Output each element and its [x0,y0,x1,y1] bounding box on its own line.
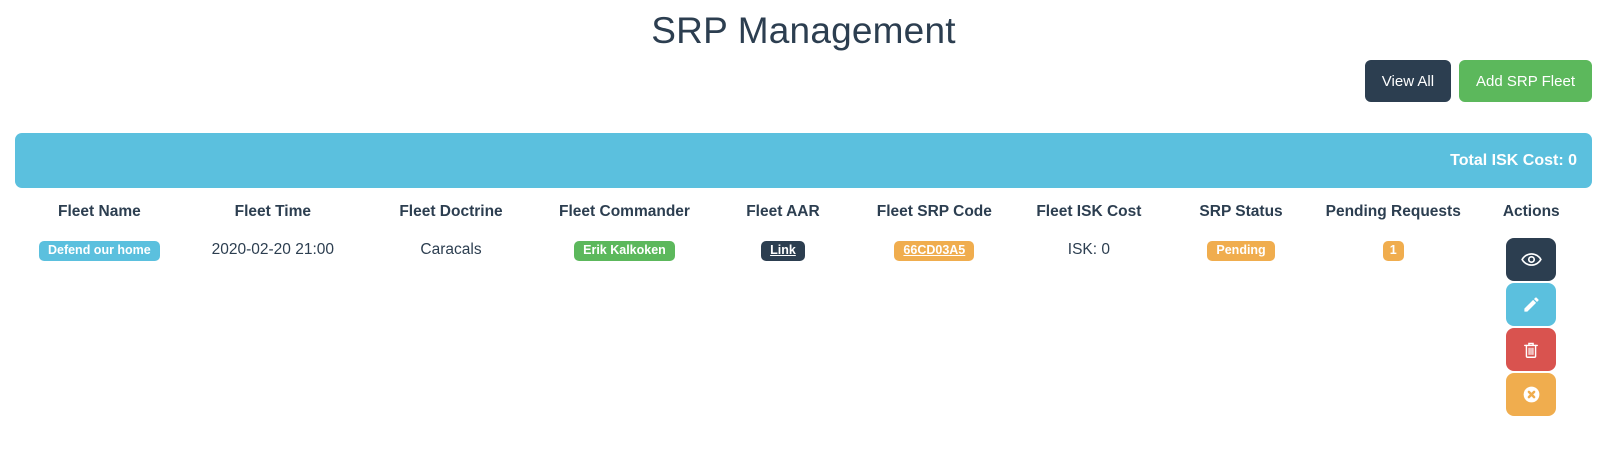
pencil-icon [1522,295,1541,314]
fleet-name-badge: Defend our home [39,241,160,261]
delete-fleet-button[interactable] [1506,328,1556,371]
fleet-commander-cell: Erik Kalkoken [540,229,709,422]
column-header-pending-requests: Pending Requests [1316,188,1471,229]
column-header-fleet-isk-cost: Fleet ISK Cost [1012,188,1167,229]
pending-requests-badge: 1 [1383,241,1404,261]
total-isk-cost-label: Total ISK Cost: 0 [1450,152,1577,170]
actions-cell [1470,229,1592,422]
column-header-actions: Actions [1470,188,1592,229]
fleet-commander-badge: Erik Kalkoken [574,241,675,261]
fleet-aar-link[interactable]: Link [761,241,805,261]
srp-status-cell: Pending [1166,229,1316,422]
times-circle-icon [1521,384,1542,405]
view-all-button[interactable]: View All [1365,60,1451,102]
column-header-fleet-commander: Fleet Commander [540,188,709,229]
disable-srp-button[interactable] [1506,373,1556,416]
eye-icon [1521,249,1542,270]
srp-management-page: SRP Management View All Add SRP Fleet To… [0,10,1607,422]
fleet-doctrine-cell: Caracals [362,229,540,422]
column-header-fleet-doctrine: Fleet Doctrine [362,188,540,229]
table-header-row: Fleet Name Fleet Time Fleet Doctrine Fle… [15,188,1592,229]
fleet-name-cell: Defend our home [15,229,184,422]
action-button-stack [1476,238,1586,416]
column-header-fleet-aar: Fleet AAR [709,188,857,229]
column-header-srp-status: SRP Status [1166,188,1316,229]
srp-status-badge: Pending [1207,241,1274,261]
fleet-srp-code-cell: 66CD03A5 [857,229,1012,422]
column-header-fleet-name: Fleet Name [15,188,184,229]
fleet-isk-cost-cell: ISK: 0 [1012,229,1167,422]
srp-fleet-table: Fleet Name Fleet Time Fleet Doctrine Fle… [15,188,1592,422]
column-header-fleet-srp-code: Fleet SRP Code [857,188,1012,229]
table-row: Defend our home 2020-02-20 21:00 Caracal… [15,229,1592,422]
toolbar: View All Add SRP Fleet [15,60,1592,102]
fleet-srp-code-link[interactable]: 66CD03A5 [894,241,974,261]
trash-icon [1521,340,1541,360]
view-fleet-button[interactable] [1506,238,1556,281]
add-srp-fleet-button[interactable]: Add SRP Fleet [1459,60,1592,102]
column-header-fleet-time: Fleet Time [184,188,362,229]
edit-fleet-button[interactable] [1506,283,1556,326]
pending-requests-cell: 1 [1316,229,1471,422]
fleet-time-cell: 2020-02-20 21:00 [184,229,362,422]
total-isk-cost-banner: Total ISK Cost: 0 [15,133,1592,188]
page-title: SRP Management [15,10,1592,52]
fleet-aar-cell: Link [709,229,857,422]
